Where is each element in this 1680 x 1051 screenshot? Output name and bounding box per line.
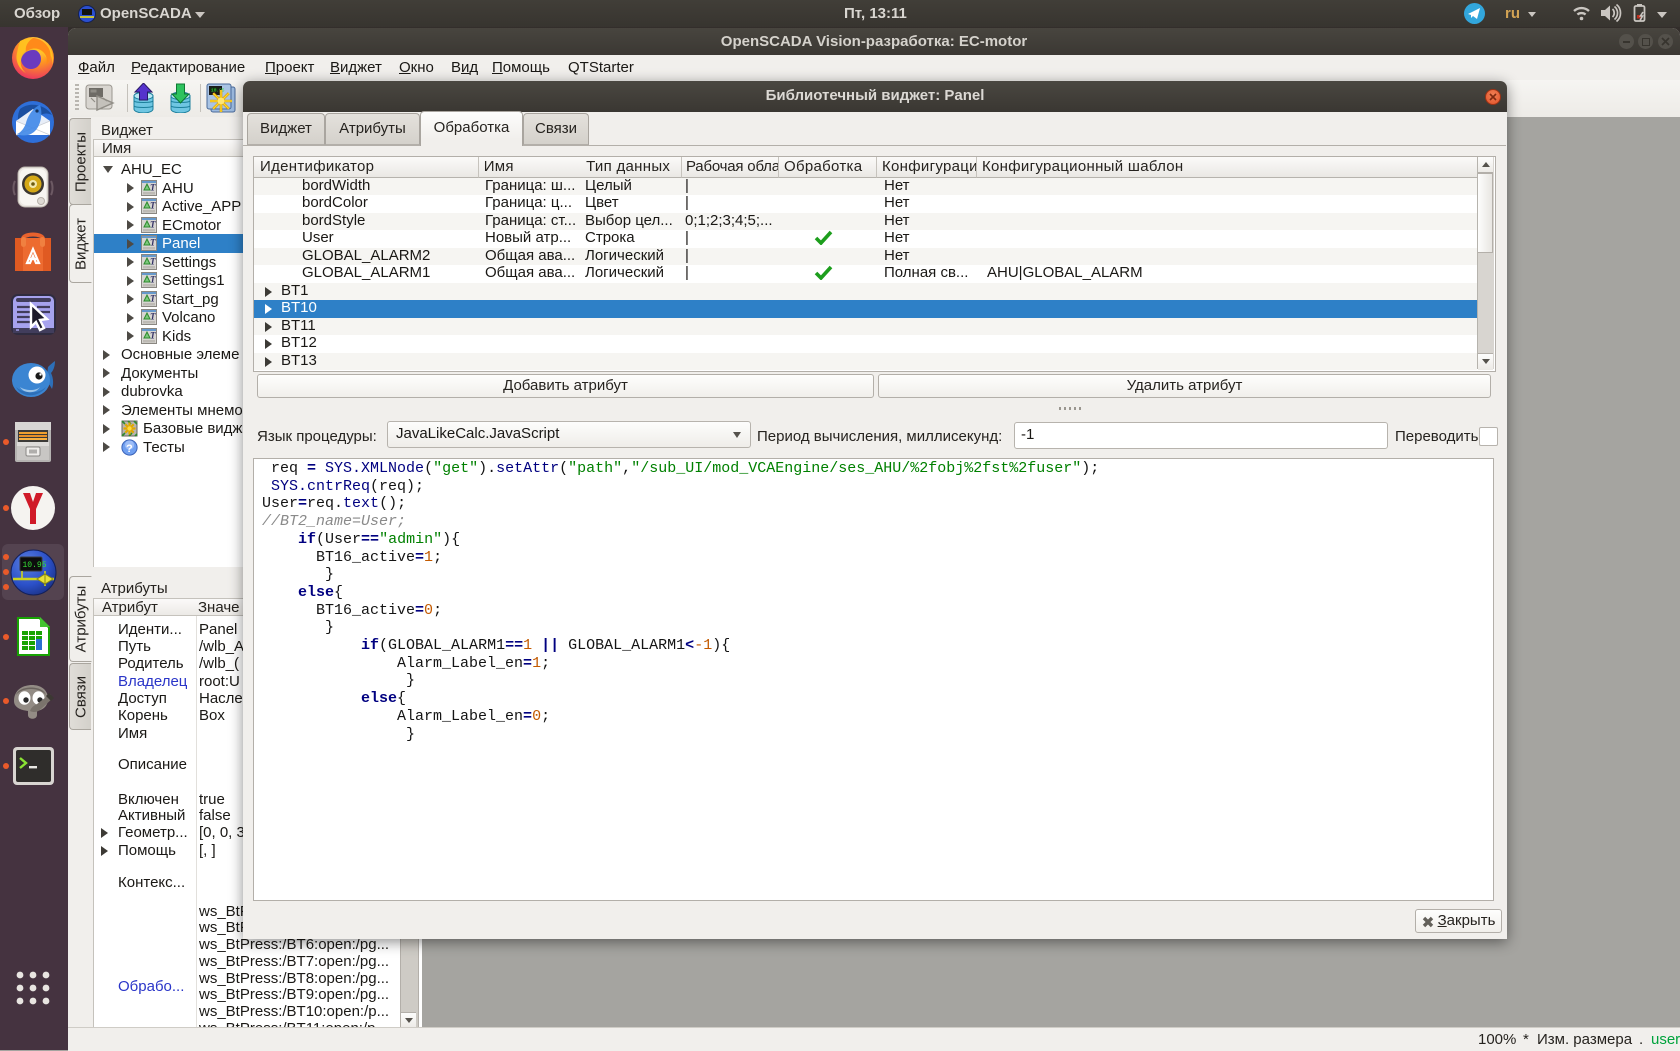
- svg-text:T: T: [150, 182, 156, 192]
- svg-text:?: ?: [126, 443, 133, 455]
- svg-text:T: T: [150, 330, 156, 340]
- svg-text:T: T: [150, 238, 156, 248]
- svg-text:T: T: [150, 293, 156, 303]
- svg-text:10.95: 10.95: [211, 88, 225, 94]
- svg-text:T: T: [150, 256, 156, 266]
- svg-text:T: T: [150, 275, 156, 285]
- svg-text:T: T: [150, 201, 156, 211]
- svg-text:T: T: [150, 312, 156, 322]
- svg-text:T: T: [150, 219, 156, 229]
- svg-text:10.95: 10.95: [23, 561, 47, 570]
